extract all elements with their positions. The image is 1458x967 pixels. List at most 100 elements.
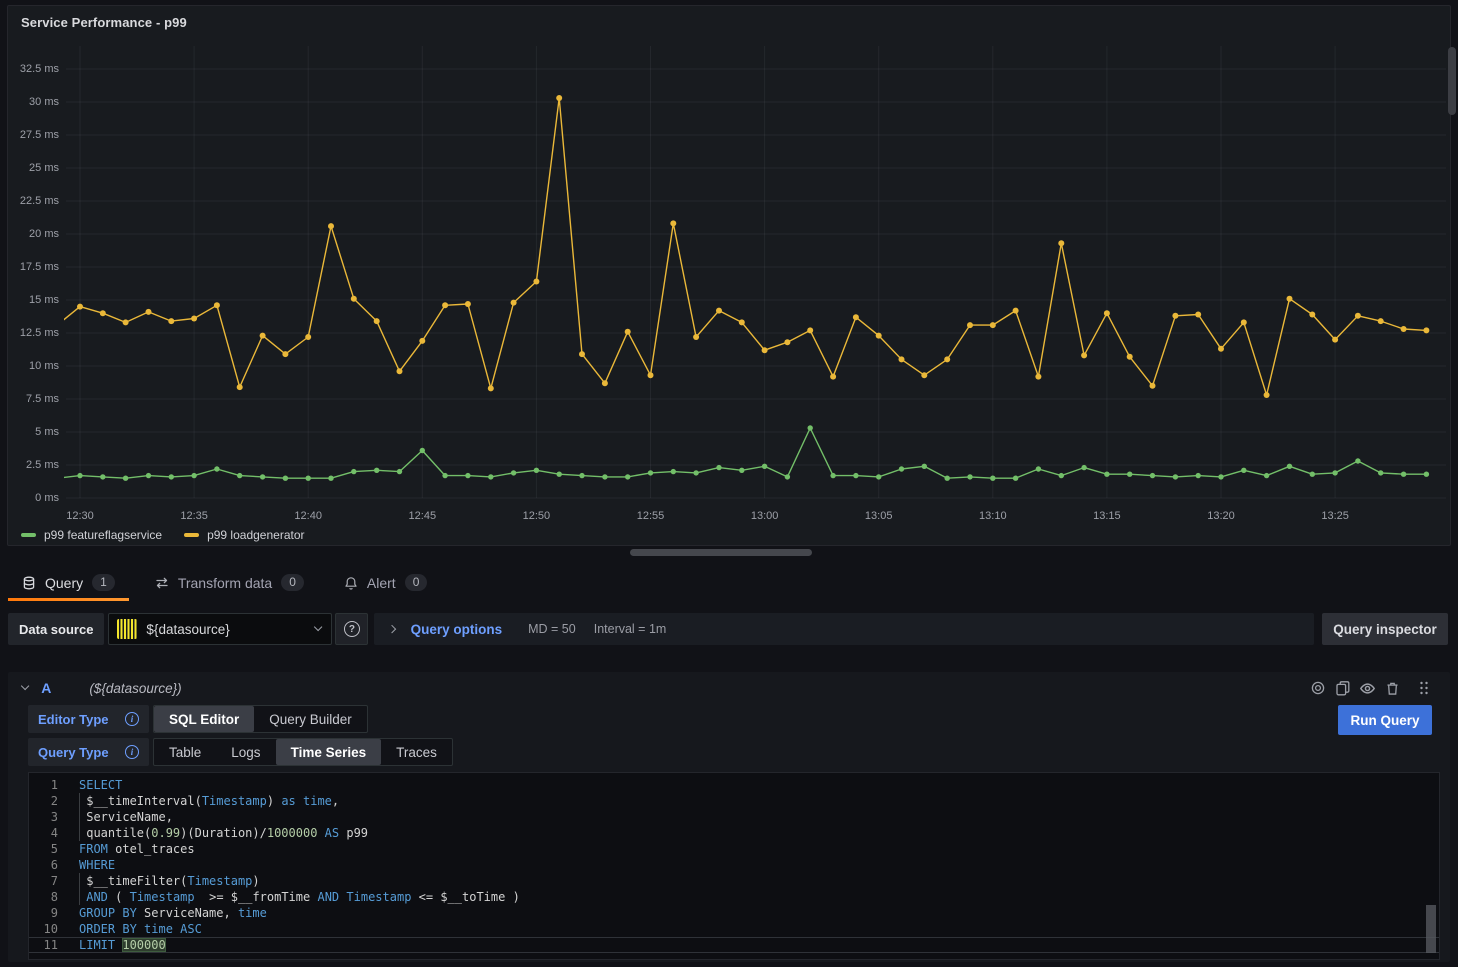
legend-item[interactable]: p99 loadgenerator — [184, 528, 304, 542]
bell-icon — [344, 576, 358, 590]
query-options-label: Query options — [411, 622, 503, 637]
grip-dots-icon — [1417, 680, 1431, 696]
y-tick-label: 30 ms — [8, 96, 59, 109]
query-type-radio-group: Table Logs Time Series Traces — [153, 738, 453, 766]
x-tick-label: 13:10 — [979, 510, 1007, 522]
query-type-option-table[interactable]: Table — [154, 739, 216, 765]
line-number: 8 — [29, 889, 79, 905]
line-number: 11 — [29, 937, 79, 953]
tab-alert-badge: 0 — [405, 574, 428, 591]
query-editor-body: Editor Type SQL Editor Query Builder Run… — [8, 704, 1450, 960]
vertical-scrollbar-thumb[interactable] — [1448, 47, 1456, 115]
y-tick-label: 17.5 ms — [8, 261, 59, 274]
datasource-help-button[interactable] — [335, 613, 368, 645]
line-number: 4 — [29, 825, 79, 841]
collapse-chevron-icon[interactable] — [21, 682, 30, 691]
y-tick-label: 7.5 ms — [8, 393, 59, 406]
line-number: 9 — [29, 905, 79, 921]
query-row-header: A (${datasource}) — [8, 672, 1450, 704]
timeseries-chart[interactable] — [8, 6, 1452, 547]
y-tick-label: 5 ms — [8, 426, 59, 439]
y-tick-label: 12.5 ms — [8, 327, 59, 340]
query-type-option-logs[interactable]: Logs — [216, 739, 275, 765]
x-tick-label: 12:55 — [637, 510, 665, 522]
line-number: 6 — [29, 857, 79, 873]
tab-alert[interactable]: Alert 0 — [330, 564, 441, 601]
query-type-row: Query Type Table Logs Time Series Traces — [28, 738, 1450, 766]
x-tick-label: 12:45 — [409, 510, 437, 522]
legend-label: p99 featureflagservice — [44, 528, 162, 542]
datasource-value: ${datasource} — [146, 622, 306, 637]
code-text: FROM otel_traces — [79, 841, 1439, 857]
drag-handle[interactable] — [1411, 676, 1436, 700]
query-type-label: Query Type — [28, 738, 149, 766]
query-options-interval: Interval = 1m — [594, 622, 667, 636]
editor-type-row: Editor Type SQL Editor Query Builder — [28, 705, 1450, 733]
bullseye-icon — [1310, 680, 1326, 696]
question-circle-icon — [344, 621, 360, 637]
datasource-row: Data source ${datasource} Query options … — [8, 613, 1448, 645]
editor-type-option-query-builder[interactable]: Query Builder — [254, 706, 367, 732]
legend-swatch — [184, 533, 199, 537]
timeseries-panel: Service Performance - p99 0 ms2.5 ms5 ms… — [7, 5, 1451, 546]
code-text: GROUP BY ServiceName, time — [79, 905, 1439, 921]
code-text: WHERE — [79, 857, 1439, 873]
horizontal-scrollbar-thumb[interactable] — [630, 549, 812, 556]
x-tick-label: 13:00 — [751, 510, 779, 522]
code-text: ORDER BY time ASC — [79, 921, 1439, 937]
code-line: 3 ServiceName, — [29, 809, 1439, 825]
tab-transform-data[interactable]: Transform data 0 — [141, 564, 318, 601]
code-line: 5FROM otel_traces — [29, 841, 1439, 857]
tab-query[interactable]: Query 1 — [8, 564, 129, 601]
legend-item[interactable]: p99 featureflagservice — [21, 528, 162, 542]
transform-icon — [155, 576, 169, 590]
code-text: quantile(0.99)(Duration)/1000000 AS p99 — [79, 825, 1439, 841]
info-icon[interactable] — [125, 712, 139, 726]
info-icon[interactable] — [125, 745, 139, 759]
code-line: 11LIMIT 100000 — [29, 937, 1439, 953]
line-number: 3 — [29, 809, 79, 825]
code-text: ServiceName, — [79, 809, 1439, 825]
duplicate-query-button[interactable] — [1330, 676, 1355, 700]
x-tick-label: 13:15 — [1093, 510, 1121, 522]
editor-type-option-sql-editor[interactable]: SQL Editor — [154, 706, 254, 732]
code-line: 2 $__timeInterval(Timestamp) as time, — [29, 793, 1439, 809]
code-line: 7 $__timeFilter(Timestamp) — [29, 873, 1439, 889]
code-text: LIMIT 100000 — [79, 937, 1439, 953]
query-type-option-traces[interactable]: Traces — [381, 739, 452, 765]
code-text: AND ( Timestamp >= $__fromTime AND Times… — [79, 889, 1439, 905]
y-tick-label: 20 ms — [8, 228, 59, 241]
sql-code-editor[interactable]: 1SELECT2 $__timeInterval(Timestamp) as t… — [28, 772, 1440, 960]
disable-query-button[interactable] — [1305, 676, 1330, 700]
code-text: SELECT — [79, 777, 1439, 793]
y-tick-label: 22.5 ms — [8, 195, 59, 208]
editor-scrollbar-thumb[interactable] — [1426, 905, 1436, 953]
hide-response-button[interactable] — [1355, 676, 1380, 700]
indent-guide — [79, 825, 80, 841]
eye-icon — [1359, 680, 1376, 697]
code-line: 9GROUP BY ServiceName, time — [29, 905, 1439, 921]
line-number: 2 — [29, 793, 79, 809]
y-tick-label: 25 ms — [8, 162, 59, 175]
run-query-button[interactable]: Run Query — [1338, 705, 1432, 735]
sql-code-lines: 1SELECT2 $__timeInterval(Timestamp) as t… — [29, 777, 1439, 953]
database-icon — [22, 576, 36, 590]
tab-transform-badge: 0 — [281, 574, 304, 591]
query-inspector-button[interactable]: Query inspector — [1322, 613, 1448, 645]
remove-query-button[interactable] — [1380, 676, 1405, 700]
editor-type-label: Editor Type — [28, 705, 149, 733]
x-tick-label: 13:20 — [1207, 510, 1235, 522]
y-tick-label: 0 ms — [8, 492, 59, 505]
query-options-toggle[interactable]: Query options MD = 50 Interval = 1m — [374, 613, 1314, 645]
y-tick-label: 2.5 ms — [8, 459, 59, 472]
x-tick-label: 12:40 — [294, 510, 322, 522]
code-line: 10ORDER BY time ASC — [29, 921, 1439, 937]
datasource-picker[interactable]: ${datasource} — [108, 613, 332, 645]
copy-icon — [1335, 680, 1351, 696]
indent-guide — [79, 889, 80, 905]
tab-label: Alert — [367, 575, 396, 591]
line-number: 10 — [29, 921, 79, 937]
y-tick-label: 32.5 ms — [8, 63, 59, 76]
query-type-option-time-series[interactable]: Time Series — [276, 739, 382, 765]
query-ref-id: A — [41, 680, 51, 696]
